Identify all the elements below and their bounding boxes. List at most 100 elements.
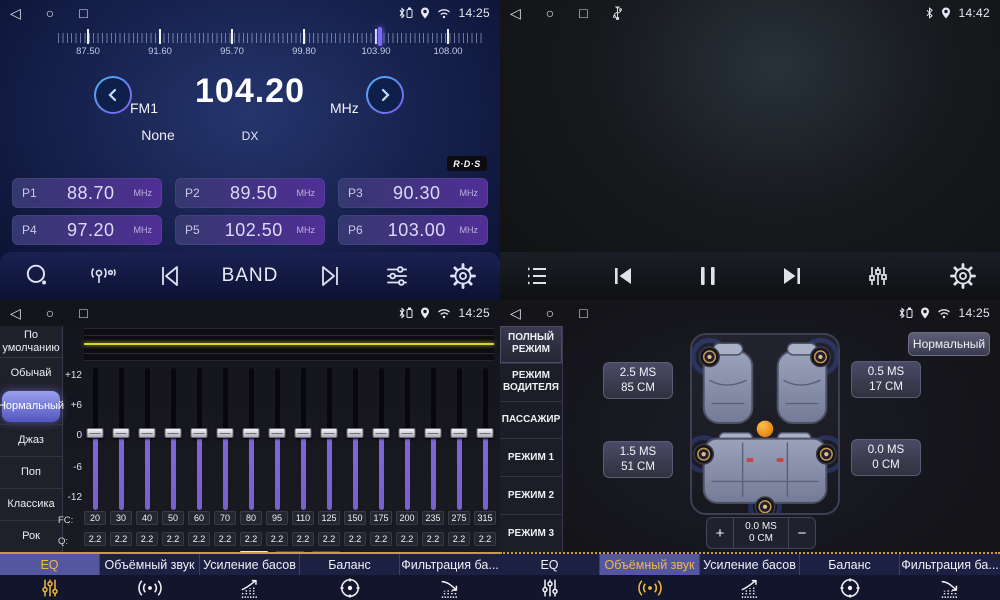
back-icon[interactable]: ◁ (10, 305, 21, 322)
scan-icon[interactable] (24, 263, 50, 289)
recents-icon[interactable]: □ (79, 5, 87, 21)
tab-bass-boost[interactable]: Усиление басов (200, 554, 300, 600)
broadcast-icon[interactable] (89, 263, 117, 289)
back-icon[interactable]: ◁ (510, 5, 521, 22)
tab-bass-boost[interactable]: Усиление басов (700, 554, 800, 600)
fc-value[interactable]: 40 (136, 511, 158, 525)
fc-value[interactable]: 200 (396, 511, 418, 525)
playlist-icon[interactable] (524, 264, 550, 288)
eq-preset-normal[interactable]: Нормальный (2, 391, 60, 422)
delay-rear-left-button[interactable]: 1.5 MS51 CM (603, 441, 673, 478)
eq-band-slider[interactable] (457, 368, 462, 510)
q-value[interactable]: 2.2 (162, 532, 184, 546)
tune-up-button[interactable] (366, 76, 404, 114)
mode-3[interactable]: РЕЖИМ 3 (500, 514, 562, 552)
eq-band-slider[interactable] (145, 368, 150, 510)
fc-value[interactable]: 30 (110, 511, 132, 525)
eq-preset-rock[interactable]: Рок (0, 520, 62, 552)
eq-band-slider[interactable] (353, 368, 358, 510)
eq-preset-custom[interactable]: Обычай (0, 357, 62, 389)
q-value[interactable]: 2.2 (188, 532, 210, 546)
tab-eq[interactable]: EQ (500, 554, 600, 600)
settings-gear-icon[interactable] (950, 263, 976, 289)
settings-gear-icon[interactable] (450, 263, 476, 289)
slider-handle[interactable] (139, 428, 156, 438)
mode-passenger[interactable]: ПАССАЖИР (500, 401, 562, 439)
previous-icon[interactable] (156, 264, 182, 288)
eq-preset-pop[interactable]: Поп (0, 456, 62, 488)
preset-button-p2[interactable]: P289.50MHz (175, 178, 325, 208)
eq-band-slider[interactable] (431, 368, 436, 510)
tab-balance[interactable]: Баланс (300, 554, 400, 600)
tab-filter[interactable]: Фильтрация ба... (400, 554, 500, 600)
tune-down-button[interactable] (94, 76, 132, 114)
pause-icon[interactable] (697, 264, 719, 288)
fc-value[interactable]: 70 (214, 511, 236, 525)
audio-settings-icon[interactable] (383, 263, 411, 289)
q-value[interactable]: 2.2 (370, 532, 392, 546)
fc-value[interactable]: 125 (318, 511, 340, 525)
slider-handle[interactable] (399, 428, 416, 438)
slider-handle[interactable] (165, 428, 182, 438)
eq-band-slider[interactable] (93, 368, 98, 510)
tab-filter[interactable]: Фильтрация ба... (900, 554, 1000, 600)
home-icon[interactable]: ○ (46, 5, 54, 21)
fc-value[interactable]: 110 (292, 511, 314, 525)
tab-balance[interactable]: Баланс (800, 554, 900, 600)
preset-button-p6[interactable]: P6103.00MHz (338, 215, 488, 245)
home-icon[interactable]: ○ (546, 305, 554, 321)
q-value[interactable]: 2.2 (318, 532, 340, 546)
slider-handle[interactable] (321, 428, 338, 438)
slider-handle[interactable] (217, 428, 234, 438)
eq-preset-default[interactable]: По умолчанию (0, 326, 62, 357)
eq-preset-jazz[interactable]: Джаз (0, 424, 62, 456)
previous-track-icon[interactable] (610, 264, 636, 288)
eq-band-slider[interactable] (379, 368, 384, 510)
preset-button-p3[interactable]: P390.30MHz (338, 178, 488, 208)
preset-button-p5[interactable]: P5102.50MHz (175, 215, 325, 245)
q-value[interactable]: 2.2 (396, 532, 418, 546)
eq-band-slider[interactable] (171, 368, 176, 510)
eq-band-slider[interactable] (301, 368, 306, 510)
slider-handle[interactable] (243, 428, 260, 438)
q-value[interactable]: 2.2 (448, 532, 470, 546)
next-track-icon[interactable] (779, 264, 805, 288)
slider-handle[interactable] (477, 428, 494, 438)
slider-handle[interactable] (191, 428, 208, 438)
q-value[interactable]: 2.2 (422, 532, 444, 546)
recents-icon[interactable]: □ (79, 305, 87, 321)
mode-driver[interactable]: РЕЖИМ ВОДИТЕЛЯ (500, 363, 562, 401)
fc-value[interactable]: 80 (240, 511, 262, 525)
slider-handle[interactable] (373, 428, 390, 438)
back-icon[interactable]: ◁ (10, 5, 21, 22)
eq-band-slider[interactable] (405, 368, 410, 510)
delay-front-right-button[interactable]: 0.5 MS17 CM (851, 361, 921, 398)
q-value[interactable]: 2.2 (344, 532, 366, 546)
q-value[interactable]: 2.2 (110, 532, 132, 546)
delay-plus-button[interactable]: + (707, 518, 733, 548)
q-value[interactable]: 2.2 (84, 532, 106, 546)
sound-profile-button[interactable]: Нормальный (908, 332, 990, 356)
delay-rear-right-button[interactable]: 0.0 MS0 CM (851, 439, 921, 476)
preset-button-p4[interactable]: P497.20MHz (12, 215, 162, 245)
fc-value[interactable]: 275 (448, 511, 470, 525)
equalizer-sliders-icon[interactable] (866, 263, 890, 289)
fc-value[interactable]: 235 (422, 511, 444, 525)
fc-value[interactable]: 20 (84, 511, 106, 525)
eq-preset-classic[interactable]: Классика (0, 488, 62, 520)
q-value[interactable]: 2.2 (266, 532, 288, 546)
fc-value[interactable]: 315 (474, 511, 496, 525)
band-button[interactable]: BAND (222, 265, 279, 287)
slider-handle[interactable] (347, 428, 364, 438)
home-icon[interactable]: ○ (546, 5, 554, 21)
delay-minus-button[interactable]: − (789, 518, 815, 548)
eq-band-slider[interactable] (483, 368, 488, 510)
q-value[interactable]: 2.2 (474, 532, 496, 546)
slider-handle[interactable] (451, 428, 468, 438)
eq-band-slider[interactable] (327, 368, 332, 510)
fc-value[interactable]: 150 (344, 511, 366, 525)
fc-value[interactable]: 95 (266, 511, 288, 525)
slider-handle[interactable] (295, 428, 312, 438)
slider-handle[interactable] (87, 428, 104, 438)
slider-handle[interactable] (269, 428, 286, 438)
